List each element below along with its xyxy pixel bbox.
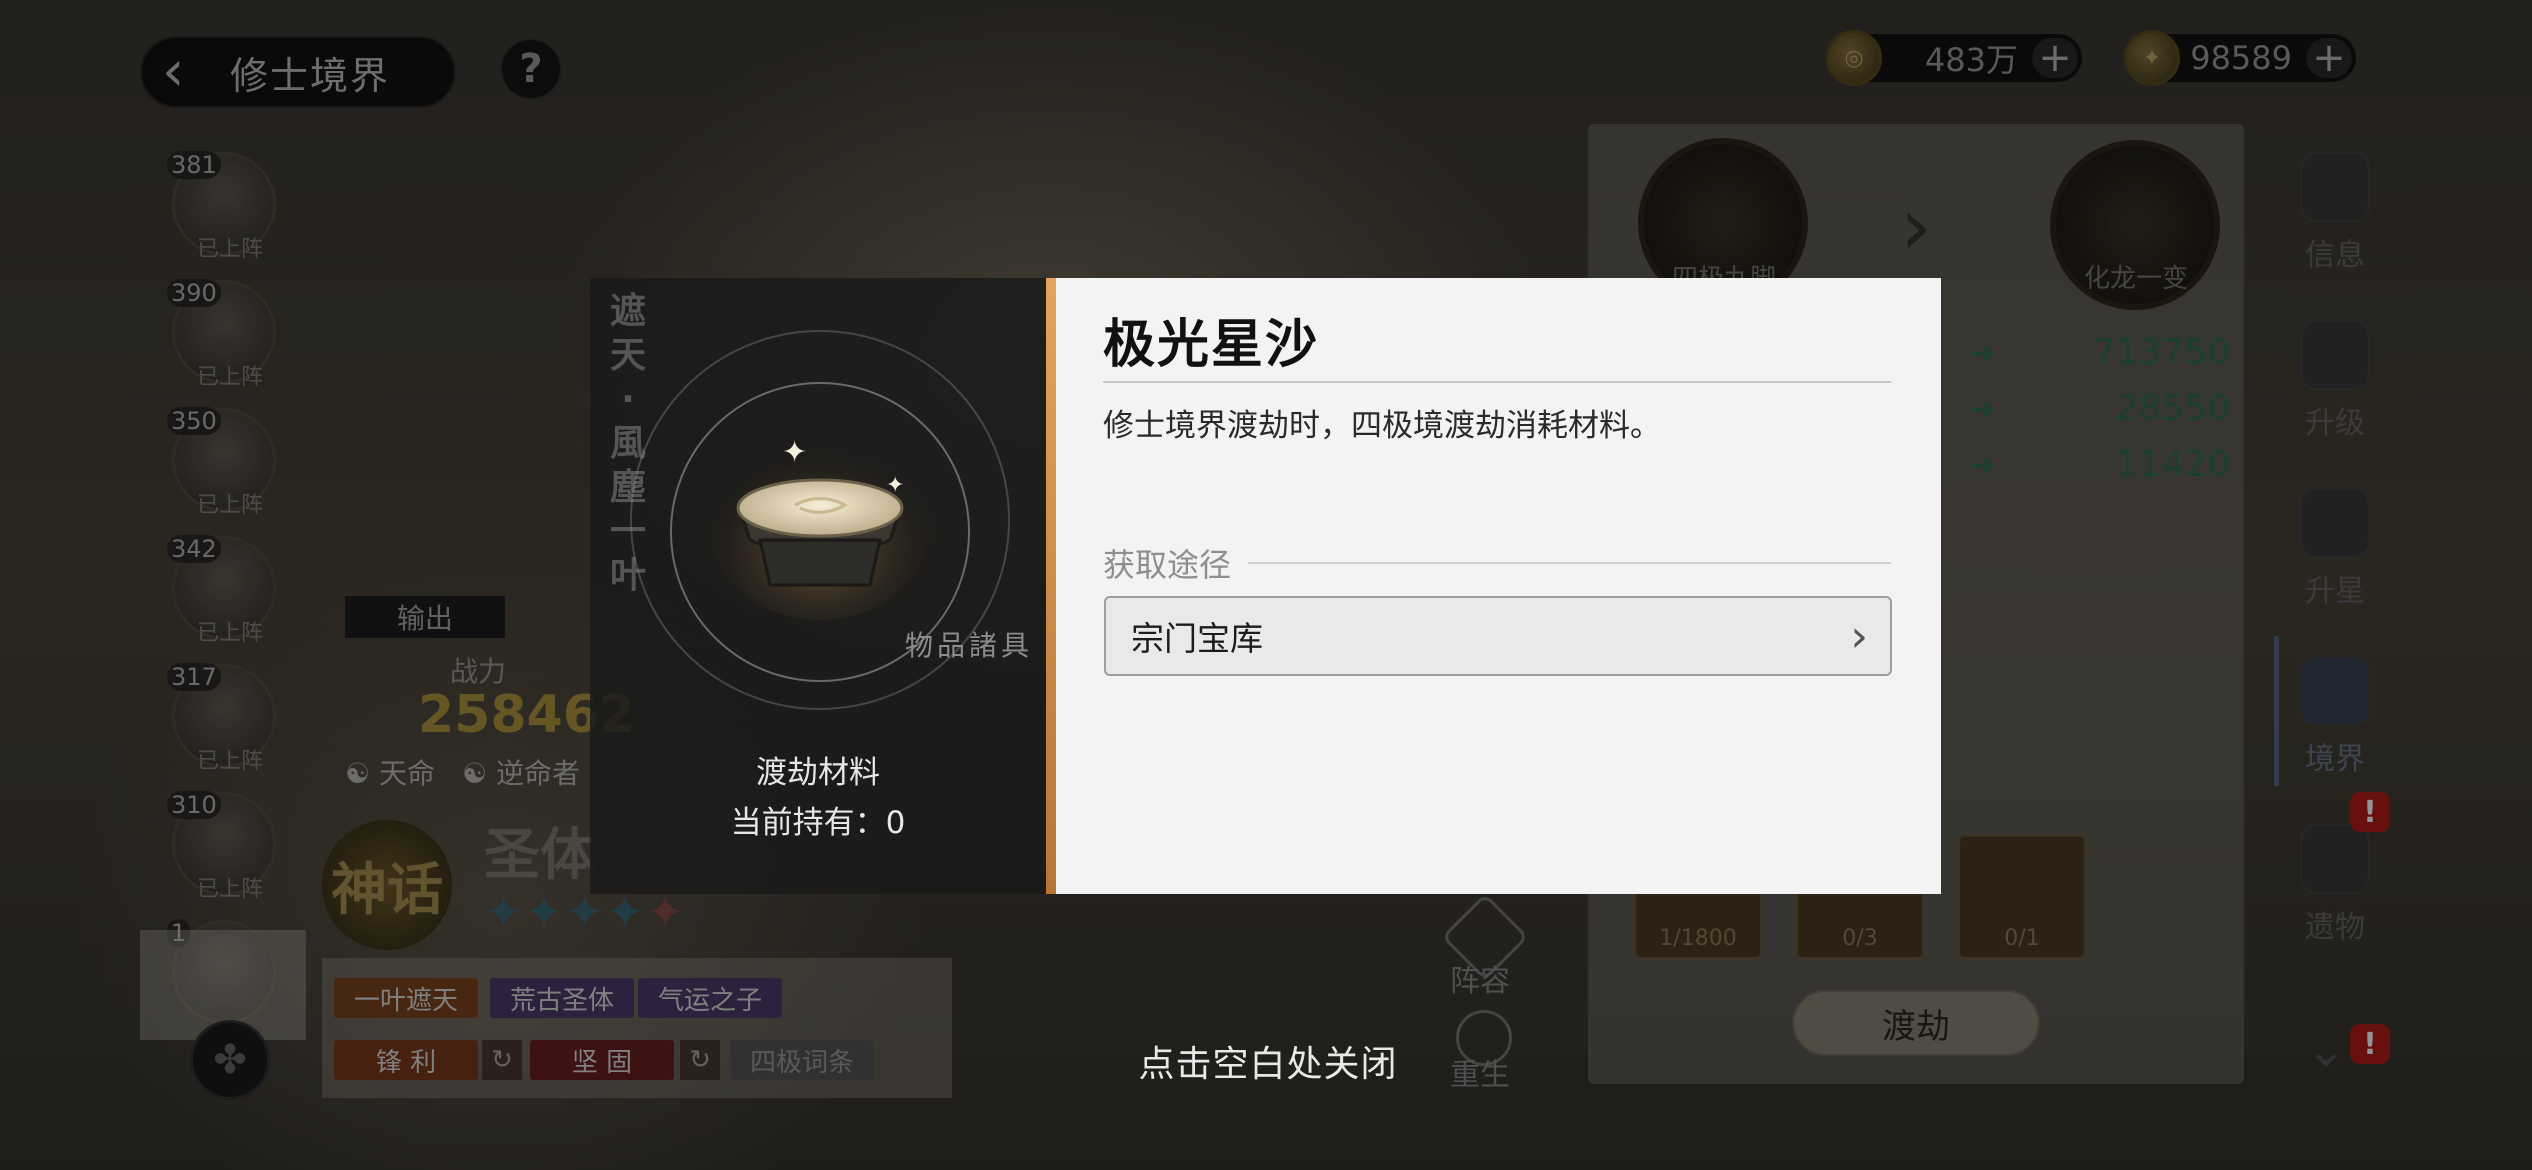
item-category: 渡劫材料 [756,755,880,791]
close-hint: 点击空白处关闭 [1138,1044,1398,1085]
item-title: 极光星沙 [1103,315,1320,375]
bowl-stand [758,538,882,587]
source-header: 获取途径 [1103,546,1232,584]
source-sect-treasury-button[interactable]: 宗门宝库 › [1104,596,1892,676]
star-sand [736,478,904,538]
accent-strip [1046,278,1056,894]
item-count: 当前持有：0 [730,805,906,841]
item-icon: ✦ ✦ [710,435,930,620]
item-watermark: 物品諸具 [905,629,1034,662]
sparkle-icon: ✦ [782,435,807,470]
divider [1103,381,1891,383]
item-description: 修士境界渡劫时，四极境渡劫消耗材料。 [1103,408,1661,444]
chevron-right-icon: › [1850,610,1868,662]
sparkle-icon: ✦ [886,473,904,498]
source-label: 宗门宝库 [1131,619,1263,658]
divider [1248,562,1891,564]
